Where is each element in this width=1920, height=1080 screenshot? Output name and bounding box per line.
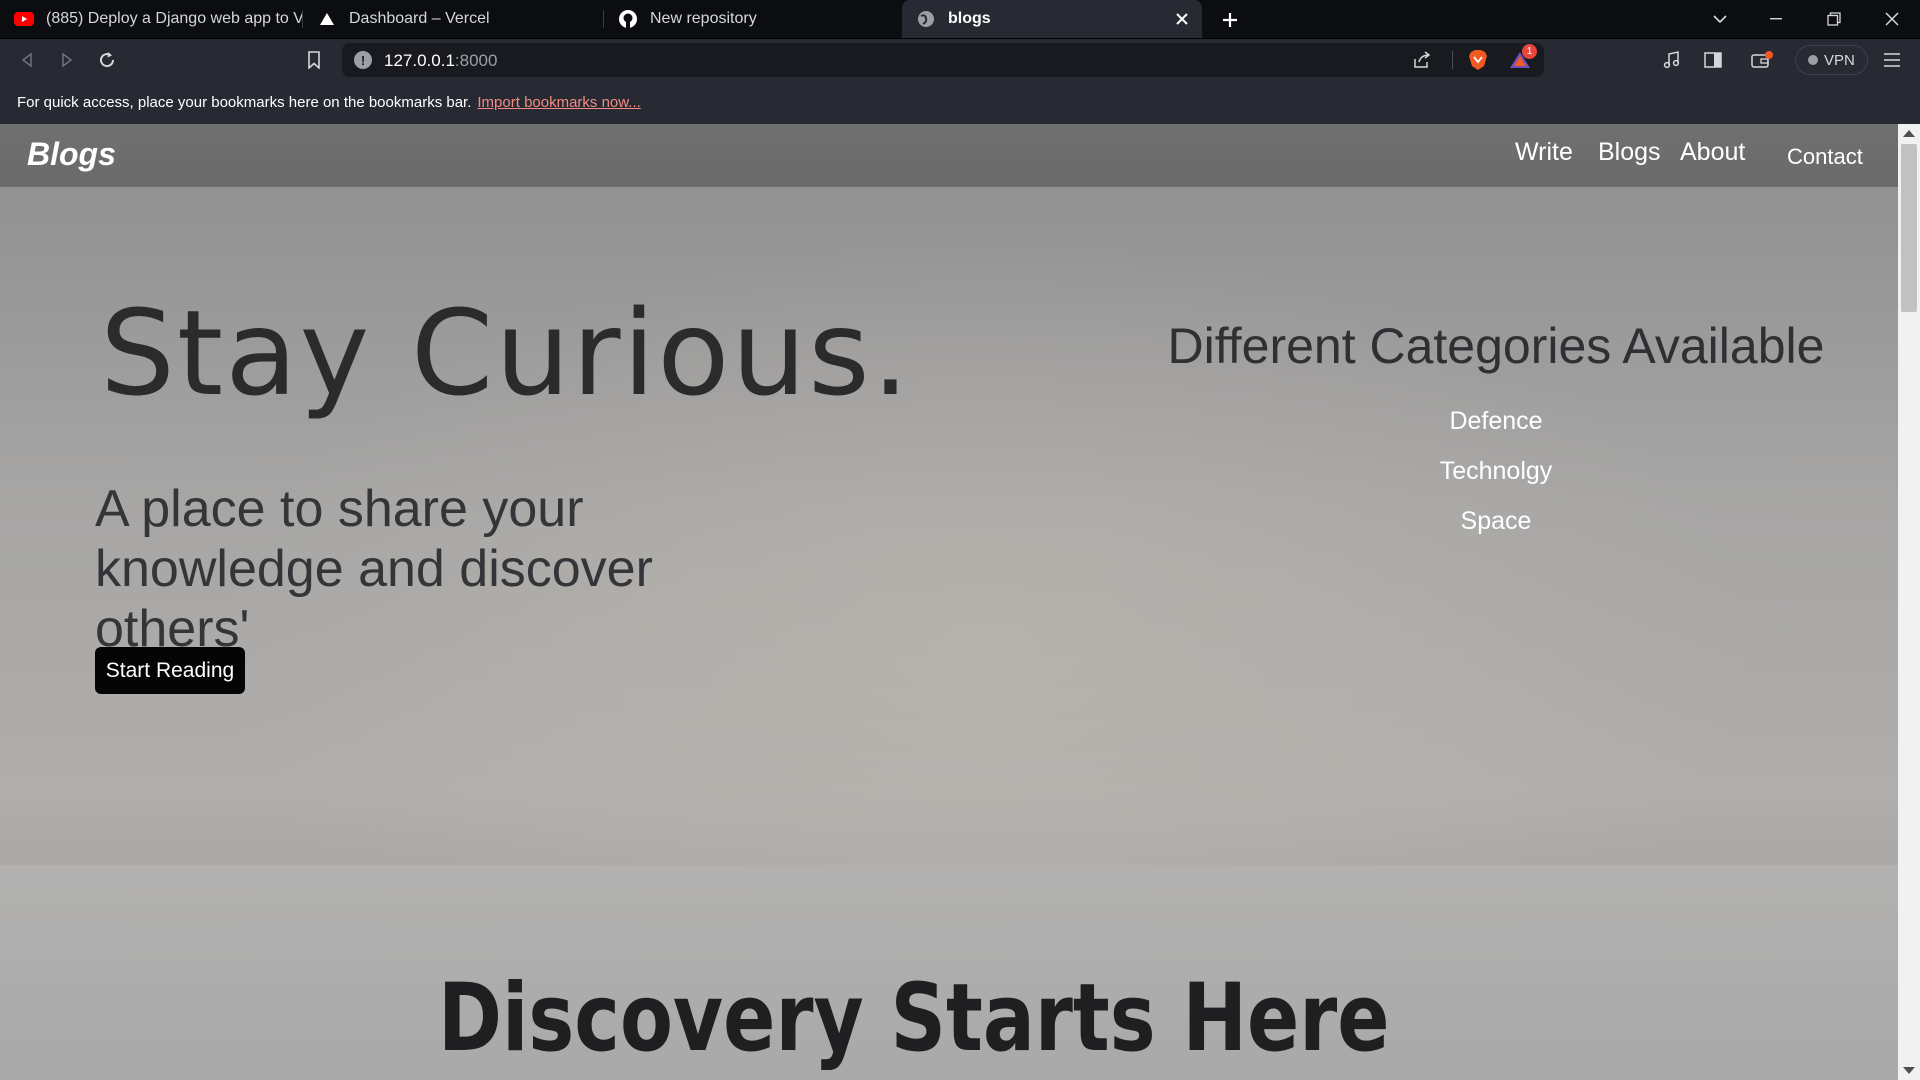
menu-icon[interactable] bbox=[1880, 48, 1904, 72]
wallet-icon[interactable] bbox=[1750, 48, 1774, 72]
youtube-icon bbox=[14, 9, 34, 29]
tab-youtube[interactable]: (885) Deploy a Django web app to Ver bbox=[0, 0, 303, 38]
bookmark-icon[interactable] bbox=[302, 48, 326, 72]
address-bar[interactable]: ! 127.0.0.1:8000 1 bbox=[342, 43, 1544, 77]
github-icon bbox=[618, 9, 638, 29]
site-navbar: Blogs Write Blogs About Contact bbox=[0, 124, 1898, 187]
tab-blogs[interactable]: blogs bbox=[902, 0, 1202, 38]
tab-strip: (885) Deploy a Django web app to Ver Das… bbox=[0, 0, 1920, 39]
close-window-icon[interactable] bbox=[1864, 0, 1920, 38]
start-reading-button[interactable]: Start Reading bbox=[95, 647, 245, 694]
close-tab-icon[interactable] bbox=[1172, 9, 1192, 29]
scroll-up-icon[interactable] bbox=[1903, 130, 1915, 137]
categories-heading: Different Categories Available bbox=[1167, 318, 1825, 374]
tab-title: Dashboard – Vercel bbox=[349, 10, 490, 27]
reload-icon[interactable] bbox=[95, 48, 119, 72]
new-tab-button[interactable] bbox=[1217, 7, 1243, 33]
scroll-down-icon[interactable] bbox=[1903, 1067, 1915, 1074]
scrollbar-thumb[interactable] bbox=[1901, 144, 1917, 312]
site-info-icon[interactable]: ! bbox=[354, 51, 372, 69]
forward-icon[interactable] bbox=[55, 48, 79, 72]
hero-subtitle: A place to share your knowledge and disc… bbox=[95, 480, 653, 658]
tab-github[interactable]: New repository bbox=[604, 0, 902, 38]
hero-title: Stay Curious. bbox=[100, 284, 912, 422]
page-viewport: Blogs Write Blogs About Contact Stay Cur… bbox=[0, 124, 1898, 1080]
category-defence[interactable]: Defence bbox=[1346, 407, 1646, 436]
tab-title: New repository bbox=[650, 10, 757, 27]
vpn-status-icon bbox=[1808, 55, 1818, 65]
brave-rewards-icon[interactable]: 1 bbox=[1508, 44, 1537, 72]
globe-icon bbox=[916, 9, 936, 29]
tab-title: blogs bbox=[948, 10, 991, 27]
nav-link-about[interactable]: About bbox=[1680, 138, 1745, 167]
nav-link-blogs[interactable]: Blogs bbox=[1598, 138, 1661, 167]
tab-vercel[interactable]: Dashboard – Vercel bbox=[303, 0, 604, 38]
rewards-badge: 1 bbox=[1522, 44, 1537, 59]
category-technology[interactable]: Technolgy bbox=[1346, 457, 1646, 486]
nav-link-write[interactable]: Write bbox=[1515, 138, 1573, 167]
bookmarks-message: For quick access, place your bookmarks h… bbox=[17, 94, 472, 111]
minimize-icon[interactable] bbox=[1748, 0, 1804, 38]
vpn-label: VPN bbox=[1824, 51, 1855, 69]
category-space[interactable]: Space bbox=[1346, 507, 1646, 536]
music-icon[interactable] bbox=[1660, 48, 1684, 72]
omnibox-divider bbox=[1452, 51, 1453, 69]
tab-search-icon[interactable] bbox=[1692, 0, 1748, 38]
share-icon[interactable] bbox=[1410, 48, 1434, 72]
bookmarks-bar: For quick access, place your bookmarks h… bbox=[0, 81, 1920, 124]
back-icon[interactable] bbox=[15, 48, 39, 72]
nav-link-contact[interactable]: Contact bbox=[1787, 144, 1863, 170]
url-text[interactable]: 127.0.0.1:8000 bbox=[384, 51, 497, 71]
restore-icon[interactable] bbox=[1806, 0, 1862, 38]
site-brand[interactable]: Blogs bbox=[27, 136, 116, 173]
tab-title: (885) Deploy a Django web app to Ver bbox=[46, 10, 303, 27]
brave-shields-icon[interactable] bbox=[1466, 48, 1490, 72]
import-bookmarks-link[interactable]: Import bookmarks now... bbox=[477, 94, 640, 111]
vercel-icon bbox=[317, 9, 337, 29]
browser-toolbar: ! 127.0.0.1:8000 1 VPN bbox=[0, 39, 1920, 81]
discovery-heading: Discovery Starts Here bbox=[438, 964, 1390, 1073]
page-scrollbar[interactable] bbox=[1898, 124, 1920, 1080]
vpn-button[interactable]: VPN bbox=[1795, 45, 1868, 75]
sidebar-icon[interactable] bbox=[1701, 48, 1725, 72]
